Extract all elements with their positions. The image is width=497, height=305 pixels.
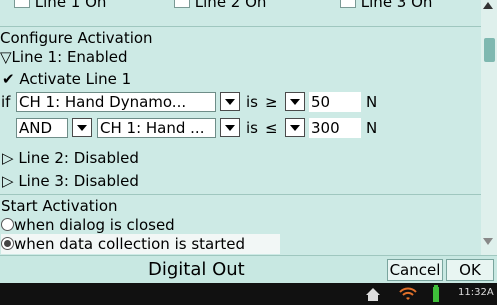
cond1-sensor-select[interactable]: CH 1: Hand Dynamo... <box>16 92 216 112</box>
cond2-is-label: is <box>246 119 258 137</box>
home-icon[interactable] <box>364 286 382 302</box>
dialog-title: Digital Out <box>148 259 245 280</box>
ok-button[interactable]: OK <box>446 259 494 281</box>
cond2-sensor-select[interactable]: CH 1: Hand ... <box>97 118 216 138</box>
line1-toggle-label: Line 1 On <box>34 0 107 11</box>
cond2-logic-select[interactable]: AND <box>16 118 68 138</box>
cond2-value-input[interactable]: 300 <box>309 118 361 138</box>
cancel-button[interactable]: Cancel <box>387 259 443 281</box>
cond1-operator[interactable]: ≥ <box>265 92 278 112</box>
line3-toggle-label: Line 3 On <box>360 0 433 11</box>
cond1-sensor-dropdown-button[interactable] <box>220 92 240 111</box>
scrollbar-thumb[interactable] <box>484 38 495 62</box>
dialog-footer: Digital Out Cancel OK <box>0 255 497 284</box>
scroll-up-icon[interactable] <box>483 2 493 9</box>
cond2-logic-dropdown-button[interactable] <box>72 118 92 137</box>
line1-expander[interactable]: ▽Line 1: Enabled <box>0 47 128 67</box>
line1-toggle[interactable]: Line 1 On <box>14 0 106 12</box>
line2-expander-label: Line 2: Disabled <box>18 149 139 167</box>
cond2-operator[interactable]: ≤ <box>265 118 278 138</box>
cond1-prefix: if <box>1 93 11 111</box>
line3-expander[interactable]: ▷ Line 3: Disabled <box>2 171 139 191</box>
checkmark-icon: ✔ <box>2 70 15 88</box>
cond1-value-input[interactable]: 50 <box>309 92 361 112</box>
line3-toggle[interactable]: Line 3 On <box>340 0 432 12</box>
line2-expander[interactable]: ▷ Line 2: Disabled <box>2 148 139 168</box>
radio-dialog-closed[interactable]: when dialog is closed <box>1 215 175 235</box>
dialog-content: Line 1 On Line 2 On Line 3 On Configure … <box>0 0 481 255</box>
divider <box>0 26 481 27</box>
cond2-unit: N <box>366 119 378 137</box>
triangle-right-icon: ▷ <box>2 149 14 167</box>
cond1-is-label: is <box>246 93 258 111</box>
line2-toggle-label: Line 2 On <box>194 0 267 11</box>
triangle-down-icon: ▽ <box>0 48 12 66</box>
line2-checkbox[interactable] <box>174 0 190 8</box>
radio-collection-started-button[interactable] <box>1 237 14 250</box>
line3-expander-label: Line 3: Disabled <box>18 172 139 190</box>
line3-checkbox[interactable] <box>340 0 356 8</box>
cond2-operator-dropdown-button[interactable] <box>285 118 305 137</box>
line2-toggle[interactable]: Line 2 On <box>174 0 266 12</box>
line1-checkbox[interactable] <box>14 0 30 8</box>
configure-heading: Configure Activation <box>0 29 153 47</box>
line1-expander-label: Line 1: Enabled <box>11 48 128 66</box>
radio-collection-started-label: when data collection is started <box>14 235 246 253</box>
radio-dialog-closed-label: when dialog is closed <box>14 216 175 234</box>
battery-icon <box>433 285 439 302</box>
cond2-sensor-dropdown-button[interactable] <box>220 118 240 137</box>
radio-dialog-closed-button[interactable] <box>1 218 14 231</box>
scroll-down-icon[interactable] <box>483 238 493 245</box>
cond1-unit: N <box>366 93 378 111</box>
wifi-icon <box>399 287 417 300</box>
clock: 11:32A <box>458 287 494 298</box>
activate-line1-checkbox[interactable]: ✔ Activate Line 1 <box>2 69 131 89</box>
divider <box>0 194 481 195</box>
triangle-right-icon: ▷ <box>2 172 14 190</box>
radio-collection-started[interactable]: when data collection is started <box>1 234 280 254</box>
activate-line1-label: Activate Line 1 <box>19 70 132 88</box>
start-heading: Start Activation <box>1 197 118 215</box>
system-status-bar: 11:32A <box>0 283 497 305</box>
cond1-operator-dropdown-button[interactable] <box>285 92 305 111</box>
